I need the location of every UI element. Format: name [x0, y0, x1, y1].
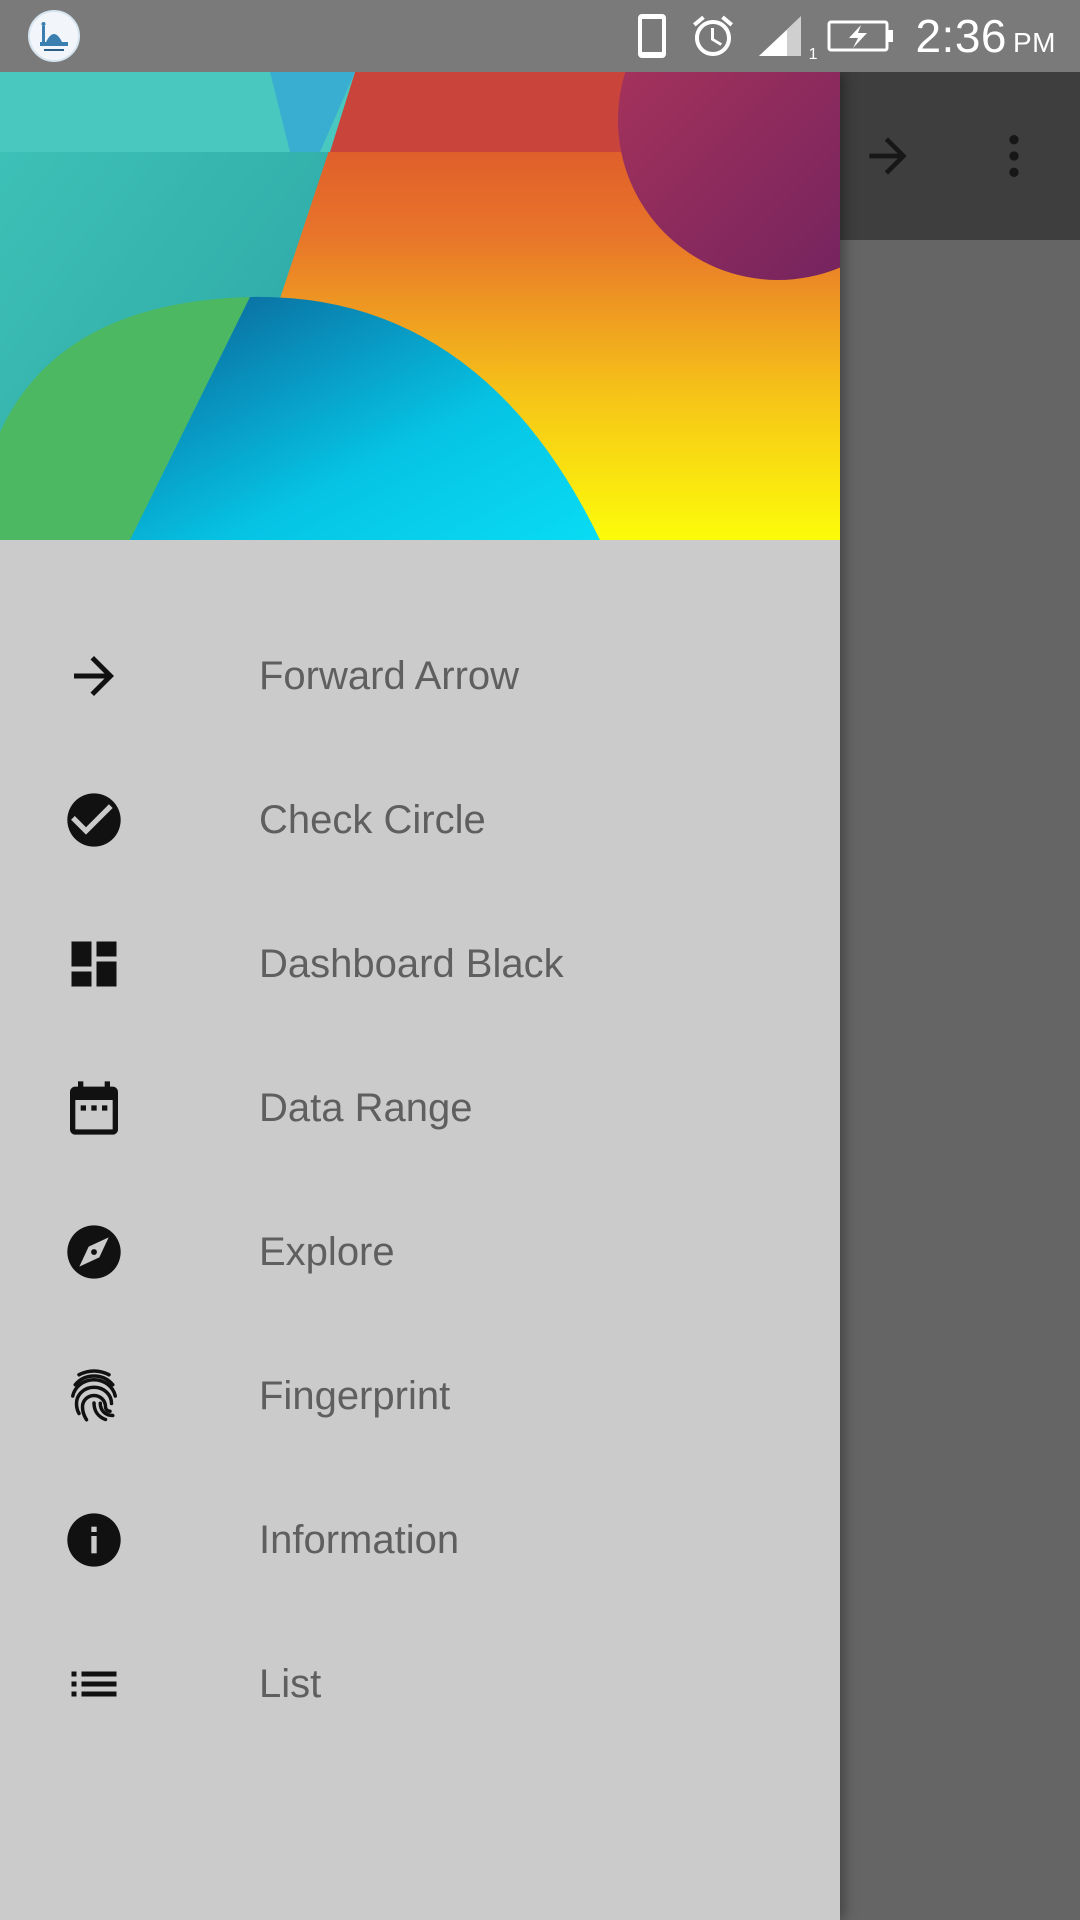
drawer-header-image [0, 72, 840, 540]
menu-item-label: List [259, 1661, 322, 1706]
clock-ampm: PM [1013, 27, 1056, 58]
menu-item-check-circle[interactable]: Check Circle [0, 748, 840, 892]
clock-time: 2:36 [915, 10, 1007, 62]
menu-item-label: Data Range [259, 1085, 473, 1130]
battery-charging-icon [827, 18, 895, 54]
info-icon [62, 1508, 126, 1572]
menu-item-dashboard[interactable]: Dashboard Black [0, 892, 840, 1036]
explore-icon [62, 1220, 126, 1284]
menu-item-label: Explore [259, 1229, 395, 1274]
menu-item-explore[interactable]: Explore [0, 1180, 840, 1324]
signal-sim-label: 1 [808, 46, 818, 63]
alarm-icon [689, 12, 737, 60]
menu-item-label: Information [259, 1517, 460, 1562]
phone-icon [635, 12, 669, 60]
fingerprint-icon [62, 1364, 126, 1428]
status-clock: 2:36 PM [915, 9, 1056, 63]
dashboard-icon [62, 932, 126, 996]
calendar-icon [62, 1076, 126, 1140]
drawer-menu: Forward Arrow Check Circle Dashboard Bla… [0, 604, 840, 1756]
list-icon [62, 1652, 126, 1716]
app-mosque-icon [28, 10, 80, 62]
check-circle-icon [62, 788, 126, 852]
menu-item-forward-arrow[interactable]: Forward Arrow [0, 604, 840, 748]
menu-item-label: Fingerprint [259, 1373, 451, 1418]
navigation-drawer: Forward Arrow Check Circle Dashboard Bla… [0, 72, 840, 1920]
status-bar: 1 2:36 PM [0, 0, 1080, 72]
signal-icon: 1 [757, 14, 817, 63]
menu-item-information[interactable]: Information [0, 1468, 840, 1612]
menu-item-list[interactable]: List [0, 1612, 840, 1756]
menu-item-label: Forward Arrow [259, 653, 520, 698]
forward-arrow-icon [62, 644, 126, 708]
menu-item-data-range[interactable]: Data Range [0, 1036, 840, 1180]
menu-item-label: Check Circle [259, 797, 486, 842]
menu-item-fingerprint[interactable]: Fingerprint [0, 1324, 840, 1468]
menu-item-label: Dashboard Black [259, 941, 564, 986]
